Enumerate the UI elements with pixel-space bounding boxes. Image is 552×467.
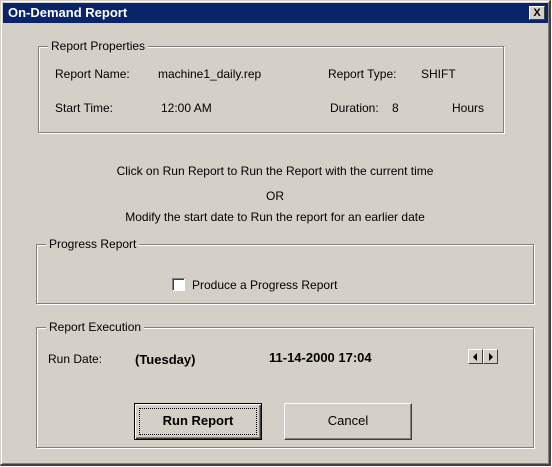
report-execution-legend: Report Execution <box>46 320 145 334</box>
report-name-label: Report Name: <box>55 67 130 81</box>
date-increment-button[interactable] <box>483 349 498 364</box>
run-date-label: Run Date: <box>48 352 103 366</box>
instruction-or: OR <box>266 189 284 203</box>
start-time-label: Start Time: <box>55 101 114 115</box>
run-report-button[interactable]: Run Report <box>134 403 262 440</box>
close-icon: X <box>533 7 541 19</box>
arrow-left-icon <box>473 353 477 361</box>
report-type-value: SHIFT <box>421 67 456 81</box>
window-title: On-Demand Report <box>8 5 128 20</box>
progress-report-checkbox[interactable] <box>172 278 185 291</box>
duration-unit: Hours <box>452 101 485 115</box>
progress-report-legend: Progress Report <box>46 237 140 251</box>
cancel-label: Cancel <box>327 413 369 428</box>
report-properties-group: Report Properties <box>38 39 504 133</box>
instruction-line-1: Click on Run Report to Run the Report wi… <box>116 164 434 178</box>
on-demand-report-dialog: On-Demand Report X Report Properties Rep… <box>0 0 551 466</box>
instruction-line-2: Modify the start date to Run the report … <box>125 210 425 224</box>
start-time-value: 12:00 AM <box>161 101 212 115</box>
progress-report-checkbox-label[interactable]: Produce a Progress Report <box>192 278 337 292</box>
progress-report-group: Progress Report <box>36 237 534 304</box>
run-date-day: (Tuesday) <box>135 352 196 367</box>
run-date-datetime: 11-14-2000 17:04 <box>269 350 372 365</box>
cancel-button[interactable]: Cancel <box>284 403 412 440</box>
arrow-right-icon <box>489 353 493 361</box>
duration-label: Duration: <box>330 101 379 115</box>
page: On-Demand Report X Report Properties Rep… <box>0 0 552 467</box>
run-report-label: Run Report <box>162 413 234 428</box>
duration-value: 8 <box>392 101 399 115</box>
date-decrement-button[interactable] <box>468 349 483 364</box>
title-bar[interactable]: On-Demand Report X <box>3 3 548 23</box>
report-name-value: machine1_daily.rep <box>158 67 262 81</box>
report-properties-legend: Report Properties <box>48 39 149 53</box>
report-type-label: Report Type: <box>328 67 397 81</box>
close-button[interactable]: X <box>529 6 545 20</box>
